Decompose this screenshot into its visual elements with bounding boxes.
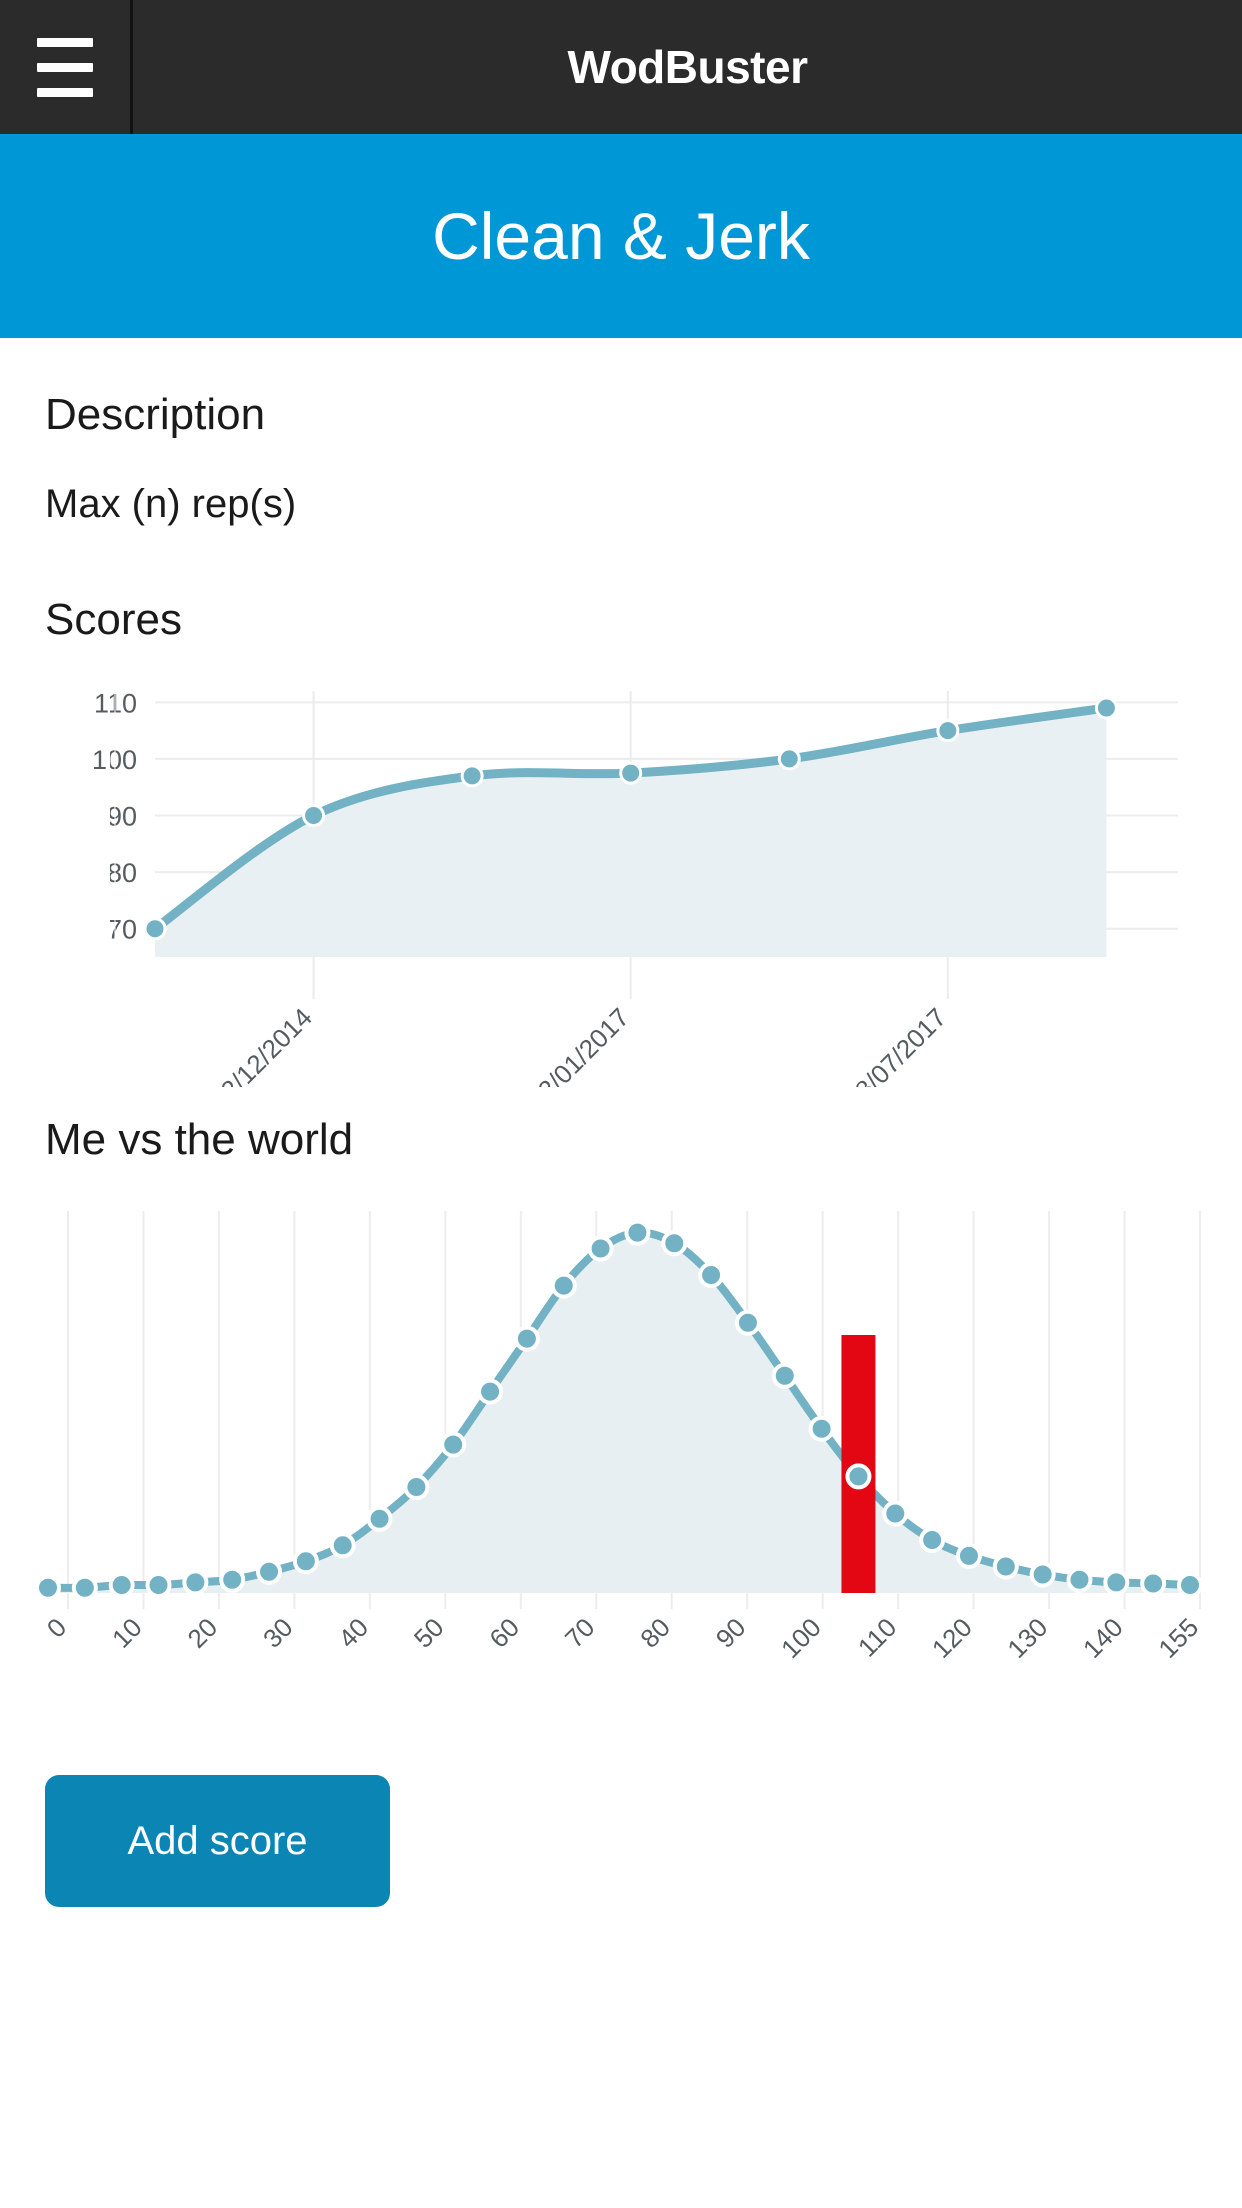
hamburger-menu-icon xyxy=(37,37,93,47)
svg-text:30: 30 xyxy=(257,1612,299,1654)
scores-heading: Scores xyxy=(45,595,182,644)
svg-text:08/07/2017: 08/07/2017 xyxy=(839,1002,952,1087)
svg-text:110: 110 xyxy=(852,1612,903,1663)
svg-text:100: 100 xyxy=(775,1612,827,1664)
svg-text:100: 100 xyxy=(92,745,137,775)
svg-text:70: 70 xyxy=(107,915,137,945)
svg-text:90: 90 xyxy=(710,1612,752,1654)
svg-text:02/01/2017: 02/01/2017 xyxy=(522,1002,635,1087)
svg-text:50: 50 xyxy=(408,1612,450,1654)
page-content: Description Max (n) rep(s) Scores 70 80 90… xyxy=(0,338,1242,1907)
svg-text:20: 20 xyxy=(182,1612,224,1654)
svg-text:140: 140 xyxy=(1077,1612,1129,1664)
add-score-button[interactable]: Add score xyxy=(45,1775,390,1907)
svg-text:40: 40 xyxy=(332,1612,374,1654)
hamburger-menu-button[interactable] xyxy=(0,0,133,134)
hamburger-menu-icon xyxy=(37,62,93,72)
svg-text:90: 90 xyxy=(107,802,137,832)
scores-chart-canvas: 70809010011022/12/2014 02/01/2017 08/07/20… xyxy=(92,688,1178,1087)
me-vs-world-heading: Me vs the world xyxy=(45,1115,354,1164)
scores-chart[interactable]: 70 80 90 100 110 22/12/2014 02/01/2017 08/07/20… xyxy=(0,667,1242,1087)
svg-text:60: 60 xyxy=(483,1612,525,1654)
svg-text:130: 130 xyxy=(1001,1612,1053,1664)
me-vs-world-chart[interactable]: 0 10 20 30 40 50 60 70 80 90 100 110 120 130 140 155 xyxy=(0,1193,1242,1753)
svg-text:70: 70 xyxy=(559,1612,601,1654)
hamburger-menu-icon xyxy=(37,87,93,97)
svg-text:120: 120 xyxy=(926,1612,978,1664)
description-heading: Description xyxy=(45,390,266,439)
svg-text:0: 0 xyxy=(41,1612,72,1643)
svg-text:155: 155 xyxy=(1152,1612,1204,1664)
me-vs-world-chart-canvas: 0 10 20 30 40 50 60 70 80 90 100 110 120 130 140 155 xyxy=(35,1211,1204,1664)
description-body: Max (n) rep(s) xyxy=(45,482,297,526)
page-title: Clean & Jerk xyxy=(432,199,810,273)
actions-row: Add score xyxy=(45,1775,1242,1907)
page-banner: Clean & Jerk xyxy=(0,134,1242,338)
svg-text:80: 80 xyxy=(634,1612,676,1654)
svg-text:22/12/2014: 22/12/2014 xyxy=(205,1002,318,1087)
svg-text:10: 10 xyxy=(106,1612,148,1654)
app-title: WodBuster xyxy=(567,41,809,93)
top-app-bar: WodBuster xyxy=(0,0,1242,134)
svg-text:80: 80 xyxy=(107,858,137,888)
